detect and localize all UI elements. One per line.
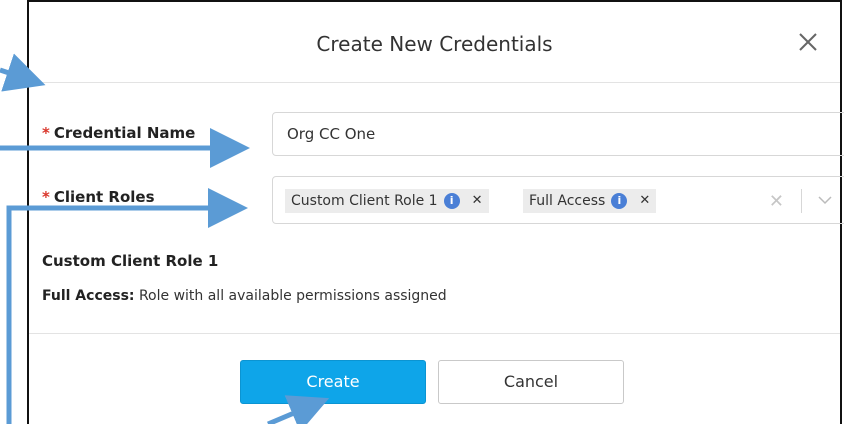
client-roles-label: * Client Roles: [42, 188, 155, 206]
remove-tag-icon[interactable]: ✕: [472, 189, 483, 213]
chevron-down-icon[interactable]: [816, 193, 834, 207]
dialog-title: Create New Credentials: [316, 32, 553, 56]
role-tag-label: Custom Client Role 1: [291, 193, 438, 209]
create-button[interactable]: Create: [240, 360, 426, 404]
client-roles-select[interactable]: Custom Client Role 1 i ✕ Full Access i ✕ ✕: [272, 176, 844, 224]
footer-divider: [29, 333, 840, 334]
required-mark: *: [42, 124, 50, 142]
role-description-text: Role with all available permissions assi…: [134, 288, 447, 304]
info-icon[interactable]: i: [443, 193, 460, 209]
role-description-full-access: Full Access: Role with all available per…: [42, 288, 447, 304]
cancel-button[interactable]: Cancel: [438, 360, 624, 404]
credential-name-label: * Credential Name: [42, 124, 195, 142]
client-roles-label-text: Client Roles: [53, 188, 155, 206]
close-icon[interactable]: [794, 28, 822, 56]
clear-icon[interactable]: ✕: [769, 191, 784, 212]
required-mark: *: [42, 188, 50, 206]
role-tag-label: Full Access: [529, 193, 606, 209]
dialog-header: Create New Credentials: [29, 2, 840, 83]
info-icon[interactable]: i: [611, 193, 628, 209]
role-description-title: Custom Client Role 1: [42, 252, 219, 270]
remove-tag-icon[interactable]: ✕: [639, 189, 650, 213]
role-tag-full-access: Full Access i ✕: [523, 189, 657, 213]
select-divider: [801, 189, 802, 213]
credential-name-label-text: Credential Name: [53, 124, 196, 142]
create-credentials-dialog: Create New Credentials * Credential Name …: [27, 0, 844, 424]
role-tag-custom-client-role-1: Custom Client Role 1 i ✕: [285, 189, 489, 213]
credential-name-input[interactable]: Org CC One: [272, 112, 844, 156]
role-description-label: Full Access:: [42, 288, 135, 304]
